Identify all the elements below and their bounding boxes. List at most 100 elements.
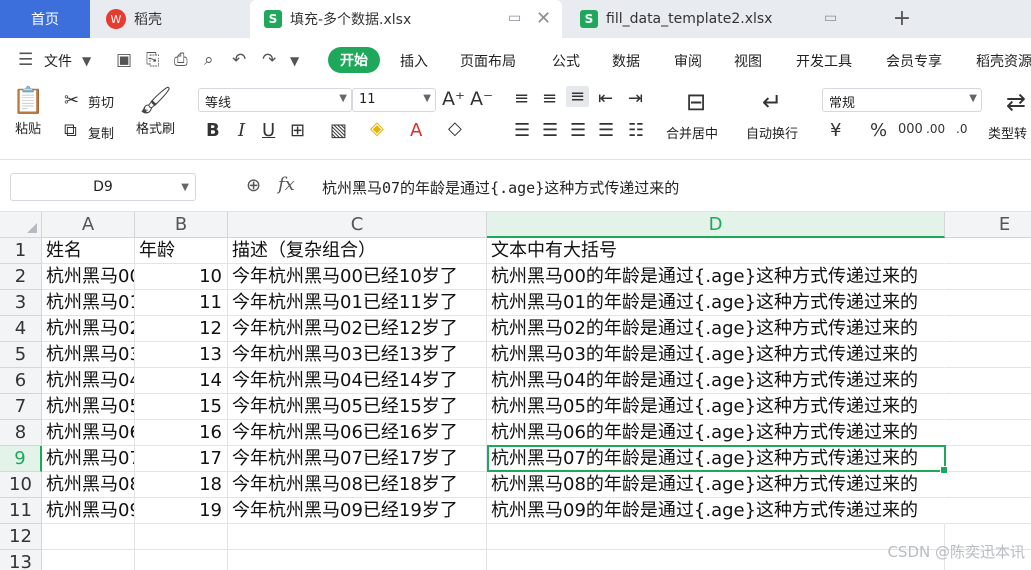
- column-header-c[interactable]: C: [228, 212, 487, 238]
- cell-a13[interactable]: [42, 550, 135, 570]
- menu-file[interactable]: 文件: [44, 51, 72, 71]
- cell-d8[interactable]: 杭州黑马06的年龄是通过{.age}这种方式传递过来的: [487, 420, 945, 446]
- menu-formulas[interactable]: 公式: [552, 51, 580, 71]
- cell-b4[interactable]: 12: [135, 316, 228, 342]
- font-size-select[interactable]: 11 ▼: [352, 88, 436, 112]
- row-header[interactable]: 9: [0, 446, 42, 472]
- bold-icon[interactable]: B: [206, 120, 220, 141]
- menu-developer[interactable]: 开发工具: [796, 51, 852, 71]
- cell-c4[interactable]: 今年杭州黑马02已经12岁了: [228, 316, 487, 342]
- cell-b8[interactable]: 16: [135, 420, 228, 446]
- cell-d3[interactable]: 杭州黑马01的年龄是通过{.age}这种方式传递过来的: [487, 290, 945, 316]
- thousands-button[interactable]: 000: [898, 122, 923, 137]
- cell-e4[interactable]: [945, 316, 1031, 342]
- row-header[interactable]: 8: [0, 420, 42, 446]
- row-header[interactable]: 2: [0, 264, 42, 290]
- align-bottom-icon[interactable]: ≡: [566, 86, 590, 107]
- justify-icon[interactable]: ☰: [598, 120, 614, 141]
- formula-input[interactable]: 杭州黑马07的年龄是通过{.age}这种方式传递过来的: [310, 173, 1024, 201]
- menu-page-layout[interactable]: 页面布局: [460, 51, 516, 71]
- paste-button[interactable]: 📋 粘贴: [12, 84, 44, 137]
- chevron-down-icon[interactable]: ▼: [290, 54, 299, 68]
- save-icon[interactable]: ▣: [116, 50, 132, 70]
- cell-a11[interactable]: 杭州黑马09: [42, 498, 135, 524]
- cell-b2[interactable]: 10: [135, 264, 228, 290]
- menu-view[interactable]: 视图: [734, 51, 762, 71]
- cell-c8[interactable]: 今年杭州黑马06已经16岁了: [228, 420, 487, 446]
- cell-a4[interactable]: 杭州黑马02: [42, 316, 135, 342]
- font-color-icon[interactable]: A: [410, 120, 422, 141]
- cell-b3[interactable]: 11: [135, 290, 228, 316]
- cell-a9[interactable]: 杭州黑马07: [42, 446, 135, 472]
- cell-c12[interactable]: [228, 524, 487, 550]
- currency-icon[interactable]: ¥: [830, 120, 841, 141]
- cell-c2[interactable]: 今年杭州黑马00已经10岁了: [228, 264, 487, 290]
- fx-icon[interactable]: fx: [278, 174, 295, 195]
- cell-e7[interactable]: [945, 394, 1031, 420]
- float-window-icon[interactable]: ▭: [824, 10, 837, 26]
- wrap-text-icon[interactable]: ↵: [762, 88, 782, 116]
- cell-b1[interactable]: 年龄: [135, 238, 228, 264]
- cell-e6[interactable]: [945, 368, 1031, 394]
- align-right-icon[interactable]: ☰: [570, 120, 586, 141]
- cell-e5[interactable]: [945, 342, 1031, 368]
- cell-a8[interactable]: 杭州黑马06: [42, 420, 135, 446]
- wrap-text-button[interactable]: 自动换行: [746, 123, 798, 142]
- cell-d4[interactable]: 杭州黑马02的年龄是通过{.age}这种方式传递过来的: [487, 316, 945, 342]
- export-icon[interactable]: ⎘: [146, 50, 160, 70]
- cell-b13[interactable]: [135, 550, 228, 570]
- decrease-font-icon[interactable]: A⁻: [470, 88, 493, 110]
- format-painter-button[interactable]: 🖌 格式刷: [136, 84, 175, 137]
- row-header[interactable]: 6: [0, 368, 42, 394]
- cell-c10[interactable]: 今年杭州黑马08已经18岁了: [228, 472, 487, 498]
- cell-d7[interactable]: 杭州黑马05的年龄是通过{.age}这种方式传递过来的: [487, 394, 945, 420]
- row-header[interactable]: 7: [0, 394, 42, 420]
- cell-e2[interactable]: [945, 264, 1031, 290]
- name-box[interactable]: D9 ▼: [10, 173, 196, 201]
- row-header[interactable]: 13: [0, 550, 42, 570]
- scissors-icon[interactable]: ✂: [64, 90, 79, 111]
- row-header[interactable]: 1: [0, 238, 42, 264]
- zoom-icon[interactable]: ⊕: [246, 175, 261, 196]
- select-all-corner[interactable]: [0, 212, 42, 238]
- copy-icon[interactable]: ⧉: [64, 120, 77, 141]
- tab-active-file[interactable]: S 填充-多个数据.xlsx ▭ ✕: [250, 0, 562, 38]
- cell-b10[interactable]: 18: [135, 472, 228, 498]
- cell-d5[interactable]: 杭州黑马03的年龄是通过{.age}这种方式传递过来的: [487, 342, 945, 368]
- cell-c11[interactable]: 今年杭州黑马09已经19岁了: [228, 498, 487, 524]
- cell-e1[interactable]: [945, 238, 1031, 264]
- type-convert-button[interactable]: 类型转: [988, 123, 1027, 142]
- cell-a6[interactable]: 杭州黑马04: [42, 368, 135, 394]
- align-top-icon[interactable]: ≡: [514, 88, 529, 109]
- cell-c7[interactable]: 今年杭州黑马05已经15岁了: [228, 394, 487, 420]
- indent-decrease-icon[interactable]: ⇤: [598, 88, 613, 109]
- row-header[interactable]: 12: [0, 524, 42, 550]
- cell-d12[interactable]: [487, 524, 945, 550]
- column-header-d[interactable]: D: [487, 212, 945, 238]
- cell-d13[interactable]: [487, 550, 945, 570]
- merge-center-button[interactable]: 合并居中: [666, 123, 718, 142]
- print-preview-icon[interactable]: ⌕: [204, 50, 214, 70]
- cell-c13[interactable]: [228, 550, 487, 570]
- increase-font-icon[interactable]: A⁺: [442, 88, 465, 110]
- redo-icon[interactable]: ↷: [262, 50, 276, 70]
- row-header[interactable]: 3: [0, 290, 42, 316]
- row-header[interactable]: 4: [0, 316, 42, 342]
- cell-a5[interactable]: 杭州黑马03: [42, 342, 135, 368]
- cell-b12[interactable]: [135, 524, 228, 550]
- cell-e3[interactable]: [945, 290, 1031, 316]
- cell-d10[interactable]: 杭州黑马08的年龄是通过{.age}这种方式传递过来的: [487, 472, 945, 498]
- font-name-select[interactable]: 等线 ▼: [198, 88, 352, 112]
- indent-increase-icon[interactable]: ⇥: [628, 88, 643, 109]
- cell-a12[interactable]: [42, 524, 135, 550]
- cell-a3[interactable]: 杭州黑马01: [42, 290, 135, 316]
- column-header-b[interactable]: B: [135, 212, 228, 238]
- cell-c3[interactable]: 今年杭州黑马01已经11岁了: [228, 290, 487, 316]
- decrease-decimal-button[interactable]: .0: [956, 122, 967, 136]
- cell-c9[interactable]: 今年杭州黑马07已经17岁了: [228, 446, 487, 472]
- tab-home[interactable]: 首页: [0, 0, 90, 38]
- menu-docer[interactable]: 稻壳资源: [976, 51, 1031, 71]
- italic-icon[interactable]: I: [238, 120, 245, 141]
- print-icon[interactable]: ⎙: [174, 50, 188, 70]
- hamburger-menu-icon[interactable]: ☰: [18, 50, 33, 70]
